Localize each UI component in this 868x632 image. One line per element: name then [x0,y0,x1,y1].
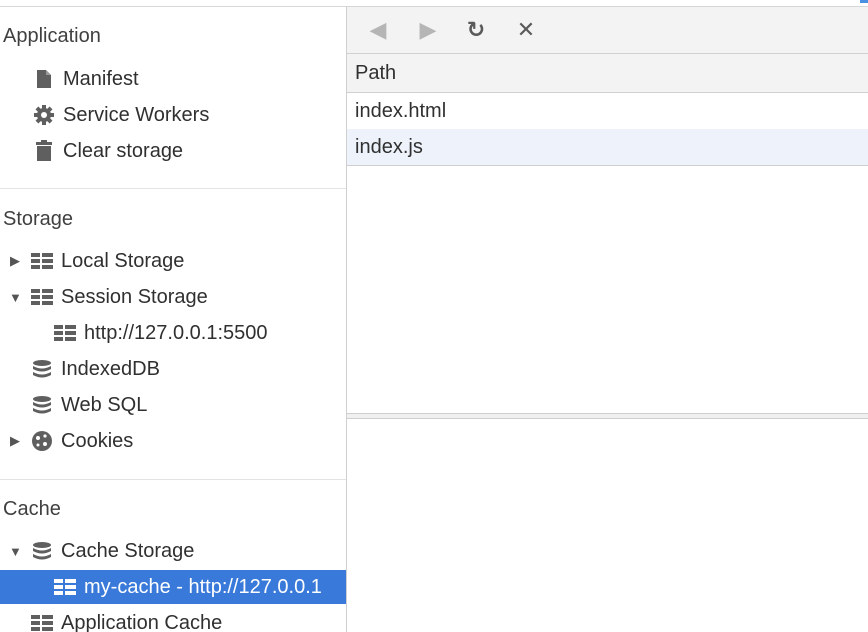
table-row[interactable]: index.js [347,129,868,165]
cache-view: ◀ ▶ ↻ ✕ Path index.html index.js [347,7,868,632]
section-title-cache: Cache [3,498,61,520]
preview-splitter[interactable] [347,413,868,419]
sidebar-item-label: Local Storage [61,249,185,272]
file-icon [33,68,55,90]
grid-icon [54,322,76,344]
delete-button[interactable]: ✕ [511,15,541,45]
sidebar-item-label: Clear storage [63,139,184,162]
sidebar-item-label: IndexedDB [61,357,160,380]
sidebar-item-label: Manifest [63,67,139,90]
sidebar-item-session-origin[interactable]: http://127.0.0.1:5500 [0,316,346,350]
grid-icon [31,286,53,308]
sidebar-item-local-storage[interactable]: ▶ Local Storage [0,244,346,278]
sidebar-item-my-cache[interactable]: my-cache - http://127.0.0.1 [0,570,346,604]
sidebar-item-cache-storage[interactable]: ▼ Cache Storage [0,534,346,568]
column-header-path[interactable]: Path [355,62,396,85]
expand-arrow-icon[interactable]: ▶ [9,433,21,449]
sidebar-item-label: http://127.0.0.1:5500 [84,321,268,344]
collapse-arrow-icon[interactable]: ▼ [9,544,22,559]
sidebar-item-label: Cache Storage [61,539,195,562]
grid-icon [54,576,76,598]
cookie-icon [31,430,53,452]
collapse-arrow-icon[interactable]: ▼ [9,290,22,305]
sidebar-item-label: Application Cache [61,611,223,632]
forward-button[interactable]: ▶ [413,15,443,45]
sidebar-item-label: my-cache - http://127.0.0.1 [84,575,322,598]
refresh-button[interactable]: ↻ [461,15,491,45]
database-icon [31,358,53,380]
sidebar-item-label: Session Storage [61,285,208,308]
toolbar: ◀ ▶ ↻ ✕ [347,7,868,54]
trash-icon [33,140,55,162]
sidebar-item-session-storage[interactable]: ▼ Session Storage [0,280,346,314]
divider [0,188,346,189]
sidebar-item-service-workers[interactable]: Service Workers [0,98,346,132]
sidebar-item-manifest[interactable]: Manifest [0,62,346,96]
sidebar: Application Manifest Service Workers Cle… [0,7,346,632]
sidebar-item-indexeddb[interactable]: IndexedDB [0,352,346,386]
sidebar-item-clear-storage[interactable]: Clear storage [0,134,346,168]
database-icon [31,540,53,562]
gear-icon [33,104,55,126]
top-accent [860,0,868,3]
table-bottom-border [347,165,868,166]
sidebar-item-label: Web SQL [61,393,148,416]
divider [0,479,346,480]
back-button[interactable]: ◀ [363,15,393,45]
sidebar-item-application-cache[interactable]: Application Cache [0,606,346,632]
top-border [0,0,868,7]
database-icon [31,394,53,416]
sidebar-item-cookies[interactable]: ▶ Cookies [0,424,346,458]
expand-arrow-icon[interactable]: ▶ [9,253,21,269]
row-path: index.js [355,135,423,158]
sidebar-item-label: Service Workers [63,103,210,126]
table-header[interactable]: Path [347,54,868,93]
sidebar-item-label: Cookies [61,429,134,452]
section-title-application: Application [3,25,101,47]
table-row[interactable]: index.html [347,93,868,129]
row-path: index.html [355,99,447,122]
sidebar-item-web-sql[interactable]: Web SQL [0,388,346,422]
grid-icon [31,612,53,632]
section-title-storage: Storage [3,208,74,230]
grid-icon [31,250,53,272]
